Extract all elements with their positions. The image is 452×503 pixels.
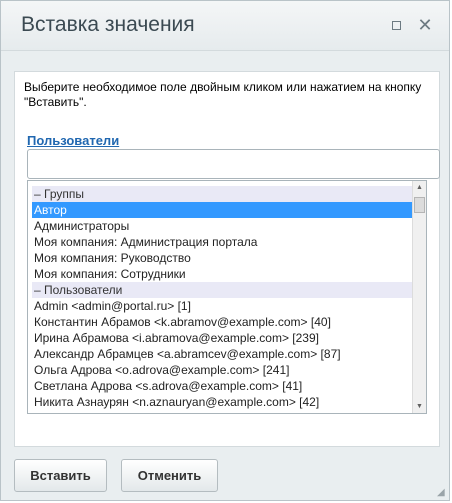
- dialog-title: Вставка значения: [21, 13, 195, 36]
- list-group-header: – Группы: [32, 186, 412, 202]
- scroll-up-icon[interactable]: ▲: [413, 181, 426, 194]
- list-item[interactable]: Светлана Адрова <s.adrova@example.com> […: [32, 378, 412, 394]
- search-input[interactable]: [27, 149, 440, 179]
- dialog-content: Выберите необходимое поле двойным кликом…: [14, 71, 440, 447]
- list-item[interactable]: Ирина Абрамова <i.abramova@example.com> …: [32, 330, 412, 346]
- list-scrollbar[interactable]: ▲ ▼: [412, 181, 426, 413]
- list-item[interactable]: Admin <admin@portal.ru> [1]: [32, 298, 412, 314]
- list-item[interactable]: Моя компания: Администрация портала: [32, 234, 412, 250]
- field-listbox[interactable]: – Группы Автор Администраторы Моя компания:…: [27, 180, 427, 414]
- list-item[interactable]: Моя компания: Сотрудники: [32, 266, 412, 282]
- users-section-link[interactable]: Пользователи: [27, 133, 119, 148]
- list-item[interactable]: Ольга Адрова <o.adrova@example.com> [241…: [32, 362, 412, 378]
- insert-button[interactable]: Вставить: [14, 459, 107, 492]
- list-item[interactable]: Александр Абрамцев <a.abramcev@example.c…: [32, 346, 412, 362]
- scroll-thumb[interactable]: [414, 197, 425, 213]
- maximize-icon[interactable]: [386, 15, 406, 35]
- cancel-button[interactable]: Отменить: [121, 459, 218, 492]
- close-icon[interactable]: ✕: [415, 15, 435, 35]
- list-item[interactable]: Моя компания: Руководство: [32, 250, 412, 266]
- instruction-text: Выберите необходимое поле двойным кликом…: [24, 80, 422, 109]
- scroll-down-icon[interactable]: ▼: [413, 400, 426, 413]
- insert-value-dialog: Вставка значения ✕ Выберите необходимое …: [0, 0, 450, 501]
- list-item[interactable]: Автор: [32, 202, 412, 218]
- list-group-header: – Пользователи: [32, 282, 412, 298]
- dialog-titlebar[interactable]: Вставка значения ✕: [1, 1, 449, 51]
- resize-grip-icon[interactable]: ◢: [437, 488, 447, 498]
- list-item[interactable]: Администраторы: [32, 218, 412, 234]
- list-item[interactable]: Никита Азнаурян <n.aznauryan@example.com…: [32, 394, 412, 410]
- list-item[interactable]: Константин Абрамов <k.abramov@example.co…: [32, 314, 412, 330]
- field-list: – Группы Автор Администраторы Моя компания:…: [32, 186, 412, 410]
